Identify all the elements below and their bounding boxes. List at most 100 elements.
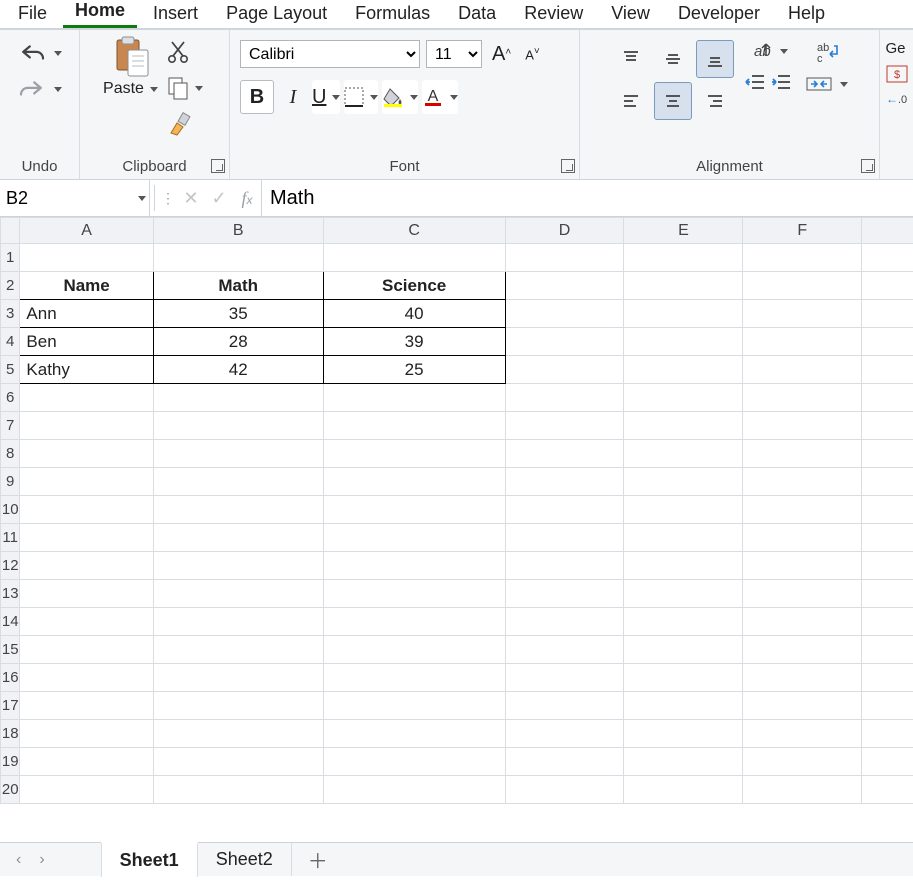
paste-label: Paste [103, 80, 144, 98]
decrease-decimal-icon: ←.0 [886, 91, 908, 107]
row-header[interactable]: 18 [1, 720, 20, 748]
enter-formula-button[interactable]: ✓ [205, 184, 233, 212]
row-header[interactable]: 5 [1, 356, 20, 384]
fill-color-button[interactable] [382, 80, 418, 114]
cell[interactable]: 39 [323, 328, 505, 356]
name-box-dropdown[interactable] [130, 180, 150, 216]
cell[interactable]: 35 [153, 300, 323, 328]
font-dialog-launcher[interactable] [561, 159, 575, 173]
col-header-B[interactable]: B [153, 218, 323, 244]
row-header[interactable]: 2 [1, 272, 20, 300]
worksheet-grid[interactable]: A B C D E F G H 1 2 Name Math Science 3 … [0, 217, 913, 817]
tab-home[interactable]: Home [63, 0, 137, 28]
col-header-E[interactable]: E [624, 218, 743, 244]
select-all-corner[interactable] [1, 218, 20, 244]
tab-view[interactable]: View [599, 1, 662, 28]
tab-formulas[interactable]: Formulas [343, 1, 442, 28]
row-header[interactable]: 19 [1, 748, 20, 776]
font-name-combo[interactable]: Calibri [240, 40, 420, 68]
orientation-button[interactable]: ab [744, 40, 792, 62]
alignment-dialog-launcher[interactable] [861, 159, 875, 173]
row-header[interactable]: 7 [1, 412, 20, 440]
clipboard-dialog-launcher[interactable] [211, 159, 225, 173]
cell[interactable]: 25 [323, 356, 505, 384]
cell[interactable]: Ben [20, 328, 153, 356]
copy-button[interactable] [167, 74, 207, 102]
increase-font-icon: A˄ [492, 43, 511, 66]
align-right-button[interactable] [696, 82, 734, 120]
row-header[interactable]: 12 [1, 552, 20, 580]
sheet-nav-next[interactable]: › [39, 851, 44, 869]
cell[interactable]: 28 [153, 328, 323, 356]
redo-button[interactable] [18, 78, 62, 100]
format-painter-button[interactable] [167, 110, 207, 138]
align-middle-button[interactable] [654, 40, 692, 78]
col-header-C[interactable]: C [323, 218, 505, 244]
cell[interactable]: Math [153, 272, 323, 300]
add-sheet-button[interactable]: ＋ [292, 839, 344, 880]
font-color-button[interactable]: A [422, 80, 458, 114]
col-header-A[interactable]: A [20, 218, 153, 244]
italic-button[interactable]: I [278, 80, 308, 114]
insert-function-button[interactable]: fx [233, 184, 261, 212]
row-header[interactable]: 13 [1, 580, 20, 608]
tab-file[interactable]: File [6, 1, 59, 28]
tab-insert[interactable]: Insert [141, 1, 210, 28]
row-header[interactable]: 9 [1, 468, 20, 496]
cell[interactable]: Science [323, 272, 505, 300]
undo-button[interactable] [18, 42, 62, 64]
tab-page-layout[interactable]: Page Layout [214, 1, 339, 28]
cell[interactable]: 42 [153, 356, 323, 384]
wrap-text-button[interactable]: abc [806, 40, 848, 64]
tab-developer[interactable]: Developer [666, 1, 772, 28]
row-header[interactable]: 16 [1, 664, 20, 692]
row-header[interactable]: 8 [1, 440, 20, 468]
cell[interactable]: Kathy [20, 356, 153, 384]
decrease-font-button[interactable]: A˅ [521, 44, 544, 65]
increase-font-button[interactable]: A˄ [488, 41, 515, 68]
sheet-nav-prev[interactable]: ‹ [16, 851, 21, 869]
redo-icon [18, 78, 46, 100]
font-size-combo[interactable]: 11 [426, 40, 482, 68]
row-header[interactable]: 11 [1, 524, 20, 552]
ribbon-tabs: File Home Insert Page Layout Formulas Da… [0, 0, 913, 28]
row-header[interactable]: 6 [1, 384, 20, 412]
underline-button[interactable]: U [312, 80, 340, 114]
name-box[interactable] [0, 180, 130, 216]
align-top-button[interactable] [612, 40, 650, 78]
row-header[interactable]: 1 [1, 244, 20, 272]
align-left-button[interactable] [612, 82, 650, 120]
row-header[interactable]: 15 [1, 636, 20, 664]
increase-indent-icon [770, 72, 792, 92]
sheet-tab[interactable]: Sheet1 [101, 842, 198, 877]
col-header-D[interactable]: D [505, 218, 624, 244]
group-number-partial: Ge $ ←.0 [880, 30, 913, 179]
formula-input[interactable] [261, 180, 913, 216]
row-header[interactable]: 3 [1, 300, 20, 328]
align-center-button[interactable] [654, 82, 692, 120]
merge-center-button[interactable] [806, 74, 848, 94]
cell[interactable]: Name [20, 272, 153, 300]
decrease-indent-button[interactable] [744, 72, 766, 92]
increase-indent-button[interactable] [770, 72, 792, 92]
row-header[interactable]: 20 [1, 776, 20, 804]
cell[interactable]: 40 [323, 300, 505, 328]
accounting-icon: $ [886, 65, 908, 83]
col-header-F[interactable]: F [743, 218, 862, 244]
cut-button[interactable] [167, 38, 207, 66]
cancel-formula-button[interactable]: ✕ [177, 184, 205, 212]
cell[interactable]: Ann [20, 300, 153, 328]
row-header[interactable]: 17 [1, 692, 20, 720]
paste-button[interactable]: Paste [103, 36, 159, 98]
sheet-tab[interactable]: Sheet2 [198, 843, 292, 876]
bold-button[interactable]: B [240, 80, 274, 114]
row-header[interactable]: 4 [1, 328, 20, 356]
tab-review[interactable]: Review [512, 1, 595, 28]
borders-button[interactable] [344, 80, 378, 114]
col-header-G[interactable]: G [862, 218, 913, 244]
row-header[interactable]: 10 [1, 496, 20, 524]
align-bottom-button[interactable] [696, 40, 734, 78]
row-header[interactable]: 14 [1, 608, 20, 636]
tab-help[interactable]: Help [776, 1, 837, 28]
tab-data[interactable]: Data [446, 1, 508, 28]
